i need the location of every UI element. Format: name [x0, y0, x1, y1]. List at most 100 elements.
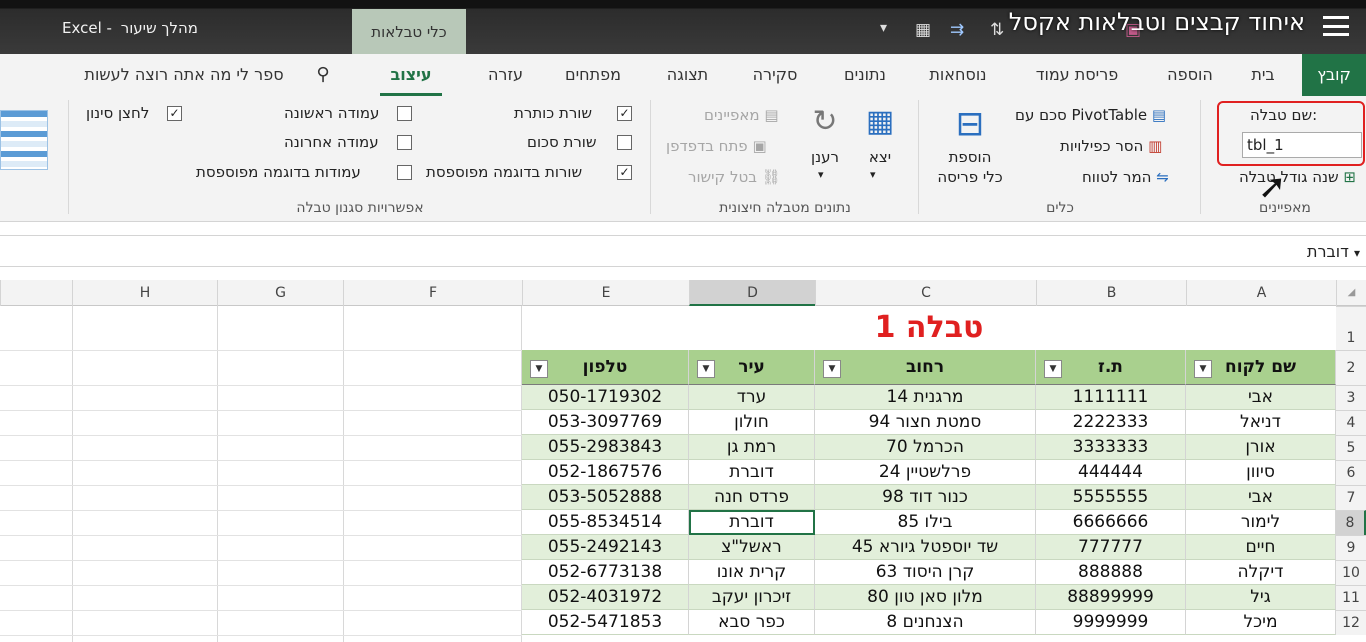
row-header[interactable]: 5 [1336, 435, 1366, 460]
table-cell[interactable]: אורן [1186, 435, 1336, 460]
tab-page-layout[interactable]: פריסת עמוד [1022, 54, 1132, 96]
row-header[interactable]: 4 [1336, 410, 1366, 435]
row-header[interactable]: 12 [1336, 610, 1366, 635]
filter-dropdown-icon[interactable]: ▼ [697, 360, 715, 378]
table-cell[interactable]: דוברת [689, 510, 815, 535]
table-cell[interactable]: גיל [1186, 585, 1336, 610]
table-cell[interactable]: כפר סבא [689, 610, 815, 635]
table-cell[interactable]: אבי [1186, 385, 1336, 410]
table-cell[interactable]: 052-1867576 [522, 460, 689, 485]
table-cell[interactable]: 2222333 [1036, 410, 1186, 435]
column-header[interactable]: G [217, 280, 343, 306]
table-cell[interactable]: חולון [689, 410, 815, 435]
filter-dropdown-icon[interactable]: ▼ [530, 360, 548, 378]
insert-slicer-line2[interactable]: כלי פריסה [925, 168, 1015, 186]
menu-icon[interactable] [1323, 16, 1349, 36]
table-cell[interactable]: 052-5471853 [522, 610, 689, 635]
table-cell[interactable]: 6666666 [1036, 510, 1186, 535]
table-cell[interactable]: ראשל"צ [689, 535, 815, 560]
properties-button[interactable]: מאפיינים ▤ [704, 106, 779, 124]
table-cell[interactable]: 055-2983843 [522, 435, 689, 460]
refresh-chevron-icon[interactable]: ▾ [818, 168, 824, 181]
header-row-checkbox[interactable]: ✓ [617, 106, 632, 121]
tab-view[interactable]: תצוגה [655, 54, 720, 96]
table-cell[interactable]: 888888 [1036, 560, 1186, 585]
tell-me-box[interactable]: ספר לי מה אתה רוצה לעשות [60, 54, 308, 96]
table-cell[interactable]: 052-6773138 [522, 560, 689, 585]
convert-to-range-button[interactable]: המר לטווח ⇋ [1082, 168, 1169, 186]
table-cell[interactable]: דיקלה [1186, 560, 1336, 585]
row-header[interactable]: 8 [1336, 510, 1366, 535]
table-cell[interactable]: מיכל [1186, 610, 1336, 635]
column-header[interactable]: H [72, 280, 217, 306]
row-header[interactable]: 1 [1336, 306, 1366, 350]
banded-columns-checkbox[interactable] [397, 165, 412, 180]
banded-rows-checkbox[interactable]: ✓ [617, 165, 632, 180]
table-cell[interactable]: 055-8534514 [522, 510, 689, 535]
tab-help[interactable]: עזרה [478, 54, 533, 96]
remove-duplicates-button[interactable]: הסר כפילויות ▥ [1060, 137, 1162, 155]
row-header[interactable]: 2 [1336, 350, 1366, 385]
customize-qat-icon[interactable]: ▾ [880, 20, 887, 36]
table-cell[interactable]: 777777 [1036, 535, 1186, 560]
table-cell[interactable]: דוברת [689, 460, 815, 485]
first-column-checkbox[interactable] [397, 106, 412, 121]
column-header[interactable]: A [1186, 280, 1336, 306]
row-header[interactable]: 11 [1336, 585, 1366, 610]
column-header[interactable]: B [1036, 280, 1186, 306]
table-cell[interactable]: 9999999 [1036, 610, 1186, 635]
table-cell[interactable]: כנור דוד 98 [815, 485, 1036, 510]
tab-file[interactable]: קובץ [1302, 54, 1366, 96]
open-in-browser-button[interactable]: פתח בדפדפן ▣ [666, 137, 767, 155]
row-header[interactable]: 6 [1336, 460, 1366, 485]
search-icon[interactable]: ⚲ [310, 54, 336, 96]
insert-icon[interactable]: ⇉ [950, 20, 964, 40]
table-cell[interactable]: ערד [689, 385, 815, 410]
table-header-cell[interactable]: רחוב [815, 350, 1036, 385]
export-chevron-icon[interactable]: ▾ [870, 168, 876, 181]
row-header[interactable]: 9 [1336, 535, 1366, 560]
row-header[interactable]: 7 [1336, 485, 1366, 510]
table-cell[interactable]: סמטת חצור 94 [815, 410, 1036, 435]
filter-button-checkbox[interactable]: ✓ [167, 106, 182, 121]
tab-developer[interactable]: מפתחים [552, 54, 634, 96]
row-header[interactable]: 10 [1336, 560, 1366, 585]
refresh-button[interactable]: רענן [800, 148, 850, 166]
table-cell[interactable]: סיוון [1186, 460, 1336, 485]
tab-insert[interactable]: הוספה [1155, 54, 1225, 96]
table-cell[interactable]: לימור [1186, 510, 1336, 535]
total-row-checkbox[interactable] [617, 135, 632, 150]
row-header[interactable]: 3 [1336, 385, 1366, 410]
tab-design[interactable]: עיצוב [380, 54, 442, 96]
table-cell[interactable]: חיים [1186, 535, 1336, 560]
table-title-cell[interactable]: טבלה 1 [522, 306, 1336, 350]
table-cell[interactable]: מלון סאן טון 80 [815, 585, 1036, 610]
column-header[interactable]: D [689, 280, 815, 306]
table-cell[interactable]: הצנחנים 8 [815, 610, 1036, 635]
table-cell[interactable]: מרגנית 14 [815, 385, 1036, 410]
export-button[interactable]: יצא [860, 148, 900, 166]
table-cell[interactable]: רמת גן [689, 435, 815, 460]
table-cell[interactable]: 052-4031972 [522, 585, 689, 610]
name-box[interactable]: דוברת ▾ [1200, 242, 1360, 261]
tab-review[interactable]: סקירה [740, 54, 810, 96]
name-box-chevron-icon[interactable]: ▾ [1354, 246, 1360, 260]
table-cell[interactable]: 444444 [1036, 460, 1186, 485]
column-header[interactable]: E [522, 280, 689, 306]
table-cell[interactable]: 053-5052888 [522, 485, 689, 510]
filter-dropdown-icon[interactable]: ▼ [823, 360, 841, 378]
table-cell[interactable]: 050-1719302 [522, 385, 689, 410]
unlink-button[interactable]: בטל קישור ⛓ [688, 168, 781, 186]
table-cell[interactable]: זיכרון יעקב [689, 585, 815, 610]
table-cell[interactable]: בילו 85 [815, 510, 1036, 535]
column-header[interactable]: C [815, 280, 1036, 306]
column-header[interactable] [0, 280, 72, 306]
tab-data[interactable]: נתונים [830, 54, 900, 96]
select-all-corner[interactable]: ◢ [1336, 280, 1366, 306]
tab-formulas[interactable]: נוסחאות [918, 54, 998, 96]
table-cell[interactable]: פרדס חנה [689, 485, 815, 510]
table-cell[interactable]: 053-3097769 [522, 410, 689, 435]
table-cell[interactable]: 88899999 [1036, 585, 1186, 610]
table-cell[interactable]: הכרמל 70 [815, 435, 1036, 460]
table-cell[interactable]: שד יוספטל גיורא 45 [815, 535, 1036, 560]
